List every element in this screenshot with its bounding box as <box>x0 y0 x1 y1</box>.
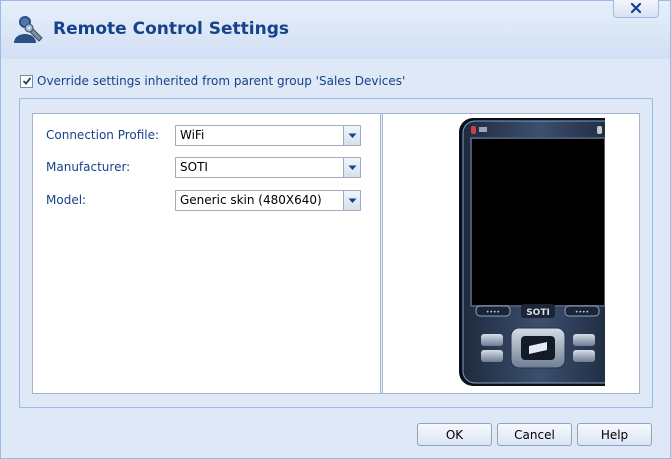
chevron-down-icon <box>348 165 356 170</box>
settings-panel: Connection Profile: WiFi Manufacturer: S… <box>19 98 653 408</box>
panel-divider <box>380 114 383 393</box>
dialog-title: Remote Control Settings <box>53 19 290 39</box>
chevron-down-icon <box>348 198 356 203</box>
help-button[interactable]: Help <box>577 423 652 446</box>
model-select[interactable]: Generic skin (480X640) <box>175 190 361 211</box>
model-value: Generic skin (480X640) <box>180 193 322 207</box>
remote-control-user-icon <box>11 13 45 47</box>
manufacturer-value: SOTI <box>180 160 208 174</box>
connection-profile-value: WiFi <box>180 128 205 142</box>
checkmark-icon <box>22 77 31 85</box>
model-label: Model: <box>46 193 87 207</box>
model-dropdown-button[interactable] <box>343 191 360 210</box>
remote-control-settings-dialog: Remote Control Settings Override setting… <box>0 0 671 459</box>
override-settings-label[interactable]: Override settings inherited from parent … <box>37 74 405 88</box>
settings-inner-panel: Connection Profile: WiFi Manufacturer: S… <box>32 113 640 394</box>
override-settings-checkbox[interactable] <box>20 74 33 88</box>
close-button[interactable] <box>613 0 659 18</box>
cancel-button[interactable]: Cancel <box>497 423 572 446</box>
pocket-pc-device-image: •••• •••• SOTI <box>459 118 619 386</box>
svg-text:••••: •••• <box>575 309 589 316</box>
chevron-down-icon <box>348 133 356 138</box>
device-skin-preview: •••• •••• SOTI <box>425 118 619 390</box>
close-icon <box>630 2 642 16</box>
connection-profile-dropdown-button[interactable] <box>343 126 360 145</box>
manufacturer-dropdown-button[interactable] <box>343 158 360 177</box>
ok-button[interactable]: OK <box>417 423 492 446</box>
manufacturer-select[interactable]: SOTI <box>175 157 361 178</box>
svg-text:SOTI: SOTI <box>526 308 550 318</box>
connection-profile-select[interactable]: WiFi <box>175 125 361 146</box>
svg-text:••••: •••• <box>486 309 500 316</box>
override-settings-row: Override settings inherited from parent … <box>20 73 405 89</box>
manufacturer-label: Manufacturer: <box>46 160 131 174</box>
title-bar: Remote Control Settings <box>1 1 670 59</box>
connection-profile-label: Connection Profile: <box>46 128 160 142</box>
